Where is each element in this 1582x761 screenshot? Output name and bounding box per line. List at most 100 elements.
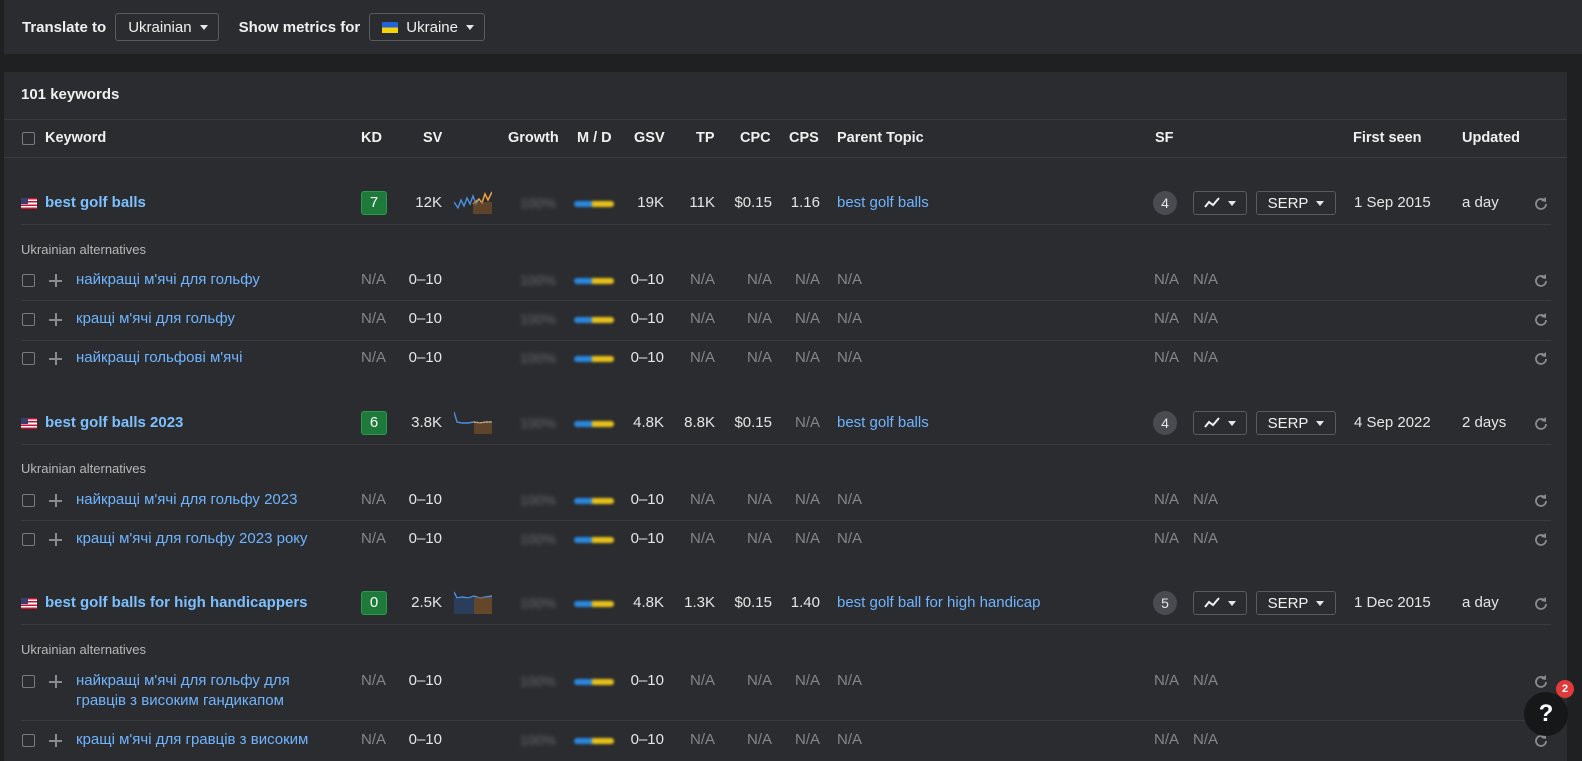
alt-keyword-link[interactable]: найкращі м'ячі для гольфу (76, 271, 260, 288)
col-md[interactable]: M / D (577, 130, 612, 146)
parent-topic-link[interactable]: best golf balls (837, 414, 929, 431)
trend-value: N/A (1193, 672, 1219, 689)
col-growth[interactable]: Growth (508, 130, 559, 146)
sv-value: 0–10 (408, 349, 442, 366)
divider (21, 720, 1551, 721)
refresh-icon[interactable] (1533, 493, 1549, 509)
select-all-checkbox[interactable] (22, 132, 35, 145)
alt-keyword-link-line2[interactable]: гравців з високим гандикапом (76, 692, 284, 709)
col-cps[interactable]: CPS (789, 130, 819, 146)
cpc-value: N/A (746, 530, 772, 547)
trend-chart-button[interactable] (1193, 191, 1247, 215)
plus-icon[interactable] (49, 352, 62, 365)
alt-keyword-link[interactable]: найкращі м'ячі для гольфу 2023 (76, 491, 297, 508)
gsv-value: 0–10 (630, 349, 664, 366)
help-button[interactable]: ? (1524, 692, 1568, 736)
md-bar (574, 738, 614, 744)
plus-icon[interactable] (49, 274, 62, 287)
serp-button[interactable]: SERP (1256, 591, 1336, 615)
translate-dropdown[interactable]: Ukrainian (115, 13, 219, 41)
sf-value: N/A (1154, 731, 1180, 748)
serp-button[interactable]: SERP (1256, 191, 1336, 215)
plus-icon[interactable] (49, 494, 62, 507)
row-checkbox[interactable] (22, 313, 35, 326)
refresh-icon[interactable] (1533, 273, 1549, 289)
plus-icon[interactable] (49, 533, 62, 546)
growth-value: 100% (520, 732, 556, 748)
gsv-value: 19K (637, 194, 664, 211)
refresh-icon[interactable] (1533, 596, 1549, 612)
trend-chart-button[interactable] (1193, 591, 1247, 615)
md-bar (574, 498, 614, 504)
keyword-link[interactable]: best golf balls (45, 194, 146, 211)
growth-value: 100% (520, 350, 556, 366)
sv-trend-sparkline (454, 591, 492, 614)
growth-value: 100% (520, 311, 556, 327)
col-gsv[interactable]: GSV (634, 130, 665, 146)
gsv-value: 0–10 (630, 672, 664, 689)
trend-chart-button[interactable] (1193, 411, 1247, 435)
plus-icon[interactable] (49, 675, 62, 688)
alt-keyword-link[interactable]: кращі м'ячі для гравців з високим (76, 731, 308, 748)
metrics-value: Ukraine (406, 18, 458, 36)
tp-value: N/A (689, 310, 715, 327)
serp-button[interactable]: SERP (1256, 411, 1336, 435)
cps-value: N/A (794, 672, 820, 689)
refresh-icon[interactable] (1533, 674, 1549, 690)
md-bar (574, 679, 614, 685)
keyword-link[interactable]: best golf balls 2023 (45, 414, 183, 431)
parent-topic-link[interactable]: best golf ball for high handicap (837, 594, 1040, 611)
kd-value: N/A (361, 349, 387, 366)
alt-keyword-link[interactable]: найкращі гольфові м'ячі (76, 349, 242, 366)
parent-topic-value: N/A (837, 349, 863, 366)
kd-value: N/A (361, 530, 387, 547)
row-checkbox[interactable] (22, 675, 35, 688)
keywords-panel: 101 keywords Keyword KD SV Growth M / D … (4, 72, 1567, 761)
row-checkbox[interactable] (22, 494, 35, 507)
parent-topic-link[interactable]: best golf balls (837, 194, 929, 211)
sv-value: 0–10 (408, 731, 442, 748)
col-sf[interactable]: SF (1155, 130, 1174, 146)
plus-icon[interactable] (49, 313, 62, 326)
refresh-icon[interactable] (1533, 351, 1549, 367)
kd-badge: 0 (361, 591, 387, 615)
col-keyword[interactable]: Keyword (45, 130, 106, 146)
refresh-icon[interactable] (1533, 416, 1549, 432)
translate-label: Translate to (22, 18, 107, 36)
serp-label: SERP (1267, 594, 1309, 612)
md-bar (574, 201, 614, 207)
cpc-value: $0.15 (734, 194, 772, 211)
col-sv[interactable]: SV (423, 130, 442, 146)
plus-icon[interactable] (49, 734, 62, 747)
col-tp[interactable]: TP (696, 130, 715, 146)
alt-keyword-link[interactable]: кращі м'ячі для гольфу 2023 року (76, 530, 308, 547)
notification-badge[interactable]: 2 (1556, 680, 1574, 698)
md-bar (574, 537, 614, 543)
col-first-seen[interactable]: First seen (1353, 130, 1422, 146)
refresh-icon[interactable] (1533, 196, 1549, 212)
row-checkbox[interactable] (22, 533, 35, 546)
cpc-value: N/A (746, 271, 772, 288)
row-checkbox[interactable] (22, 352, 35, 365)
col-cpc[interactable]: CPC (740, 130, 771, 146)
sf-count[interactable]: 4 (1153, 191, 1177, 215)
trend-line-icon (1204, 197, 1220, 208)
col-updated[interactable]: Updated (1462, 130, 1520, 146)
col-parent-topic[interactable]: Parent Topic (837, 130, 924, 146)
refresh-icon[interactable] (1533, 312, 1549, 328)
alt-keyword-link[interactable]: кращі м'ячі для гольфу (76, 310, 235, 327)
tp-value: N/A (689, 530, 715, 547)
sv-value: 0–10 (408, 530, 442, 547)
alt-keyword-link[interactable]: найкращі м'ячі для гольфу для (76, 672, 290, 689)
col-kd[interactable]: KD (361, 130, 382, 146)
sf-count[interactable]: 5 (1153, 591, 1177, 615)
keyword-link[interactable]: best golf balls for high handicappers (45, 594, 308, 611)
gsv-value: 0–10 (630, 731, 664, 748)
row-checkbox[interactable] (22, 274, 35, 287)
refresh-icon[interactable] (1533, 532, 1549, 548)
sf-count[interactable]: 4 (1153, 411, 1177, 435)
divider (21, 340, 1551, 341)
row-checkbox[interactable] (22, 734, 35, 747)
metrics-dropdown[interactable]: Ukraine (369, 13, 485, 41)
growth-value: 100% (520, 492, 556, 508)
